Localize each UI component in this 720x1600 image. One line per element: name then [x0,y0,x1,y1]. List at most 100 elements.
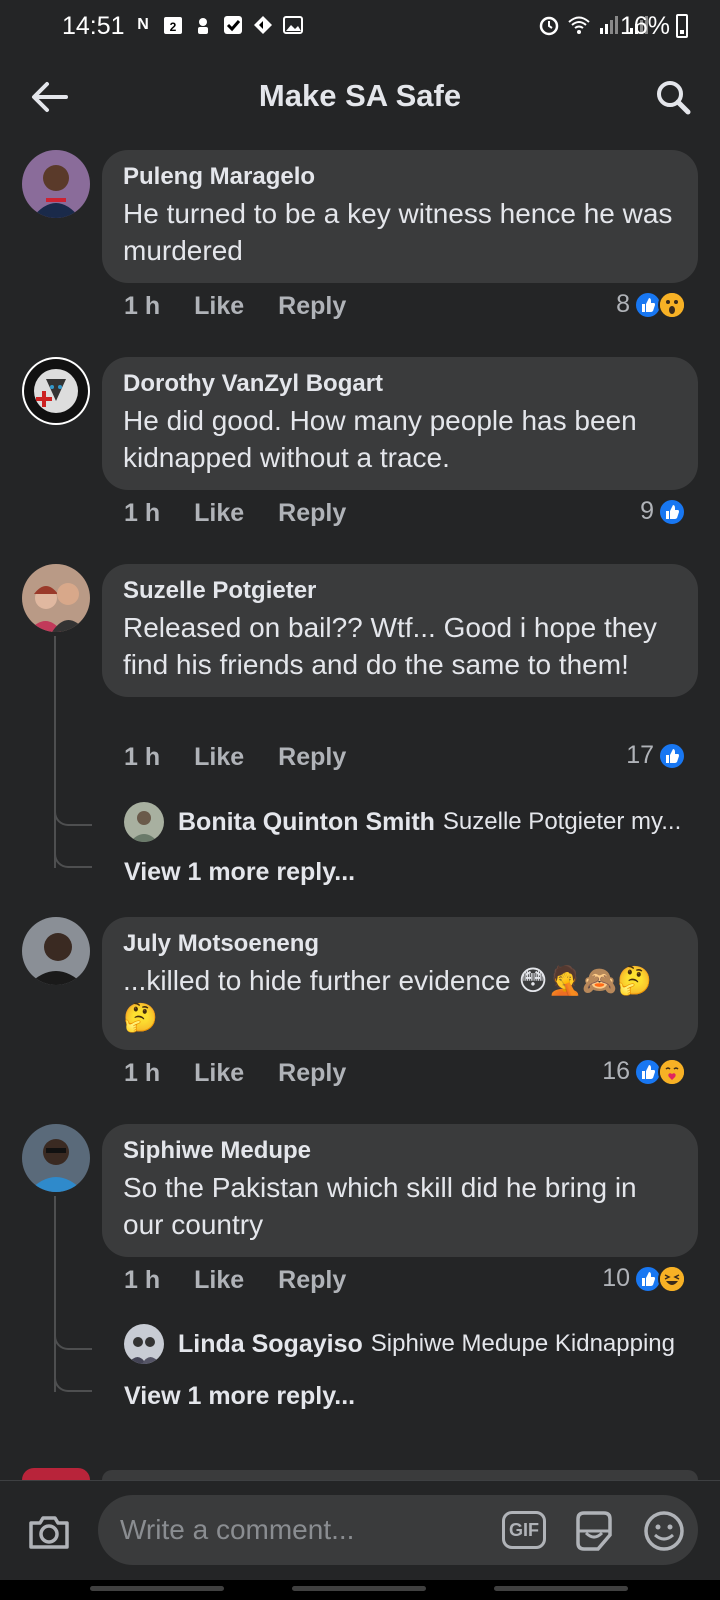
comment-time[interactable]: 1 h [124,1059,160,1088]
system-nav-bar [0,1580,720,1600]
comment-bubble[interactable]: Dorothy VanZyl Bogart He did good. How m… [102,357,698,490]
thread-branch [54,806,92,826]
like-button[interactable]: Like [194,743,244,772]
comment-bubble[interactable]: Siphiwe Medupe So the Pakistan which ski… [102,1124,698,1257]
battery-percent: 16% [619,12,670,40]
reply-button[interactable]: Reply [278,743,346,772]
comment-bubble[interactable]: Puleng Maragelo He turned to be a key wi… [102,150,698,283]
reply-button[interactable]: Reply [278,1266,346,1295]
thread-line [54,1196,56,1392]
nav-home[interactable] [292,1586,426,1591]
reaction-count: 10 [602,1264,630,1292]
reaction-count: 8 [616,290,630,318]
thread-line [54,636,56,868]
nav-recents[interactable] [90,1586,224,1591]
thread-branch [54,1372,92,1392]
reaction-summary[interactable]: 8 [616,290,686,319]
avatar[interactable] [22,1124,90,1192]
reply-text: Suzelle Potgieter my... [442,808,682,835]
notification-icons: N 2 [132,14,304,36]
reply-button[interactable]: Reply [278,1059,346,1088]
comment-actions: 1 h Like Reply [124,1059,346,1088]
avatar[interactable] [22,1468,90,1480]
reply-author[interactable]: Bonita Quinton Smith [178,808,435,837]
status-bar: 14:51 N 2 16% [0,0,720,52]
comment-text: He did good. How many people has been ki… [123,405,637,473]
page-title: Make SA Safe [258,78,462,113]
comment-time[interactable]: 1 h [124,499,160,528]
avatar[interactable] [22,564,90,632]
reply-author[interactable]: Linda Sogayiso [178,1330,363,1359]
care-icon [658,1057,686,1086]
reply-button[interactable]: Reply [278,292,346,321]
comment-text: He turned to be a key witness hence he w… [123,198,673,266]
like-button[interactable]: Like [194,1059,244,1088]
comment-author[interactable]: July Motsoeneng [123,929,678,959]
battery-icon [676,14,688,38]
comment-bubble[interactable]: Suzelle Potgieter Released on bail?? Wtf… [102,564,698,697]
reply-preview[interactable]: Linda Sogayiso Siphiwe Medupe Kidnapping [124,1324,694,1364]
reaction-count: 16 [602,1057,630,1085]
alarm-icon [538,14,560,36]
avatar[interactable] [22,917,90,985]
reaction-summary[interactable]: 17 [626,741,686,770]
like-button[interactable]: Like [194,292,244,321]
reaction-summary[interactable]: 10 [602,1264,686,1293]
gallery-icon [282,14,304,36]
wow-icon [658,290,686,319]
search-icon[interactable] [650,74,696,120]
reaction-count: 9 [640,497,654,525]
emoji-icon[interactable] [642,1509,686,1553]
avatar[interactable] [22,150,90,218]
comment-text: ...killed to hide further evidence 😳🤦🙈🤔🤔 [123,965,653,1033]
signal-icon [598,14,620,36]
avatar[interactable] [22,357,90,425]
reply-preview[interactable]: Bonita Quinton Smith Suzelle Potgieter m… [124,802,694,842]
gif-button[interactable]: GIF [502,1511,546,1549]
reaction-summary[interactable]: 9 [640,497,686,526]
comment-bubble[interactable] [102,1470,698,1480]
comment-time[interactable]: 1 h [124,292,160,321]
comment-text: So the Pakistan which skill did he bring… [123,1172,637,1240]
comment-bubble[interactable]: July Motsoeneng ...killed to hide furthe… [102,917,698,1050]
like-icon [658,741,686,770]
comment-actions: 1 h Like Reply [124,292,346,321]
app-notification-icon [192,14,214,36]
reply-button[interactable]: Reply [278,499,346,528]
svg-text:2: 2 [170,20,177,34]
reaction-summary[interactable]: 16 [602,1057,686,1086]
reaction-count: 17 [626,741,654,769]
camera-icon[interactable] [26,1509,72,1555]
diamond-arrows-icon [252,14,274,36]
sticker-icon[interactable] [572,1509,616,1553]
comment-author[interactable]: Siphiwe Medupe [123,1136,678,1166]
haha-icon [658,1264,686,1293]
view-more-replies[interactable]: View 1 more reply... [124,1382,355,1411]
comment-time[interactable]: 1 h [124,743,160,772]
like-icon [658,497,686,526]
thread-branch [54,1330,92,1350]
reply-avatar[interactable] [124,802,164,842]
comment-actions: 1 h Like Reply [124,499,346,528]
reply-avatar[interactable] [124,1324,164,1364]
comment-actions: 1 h Like Reply [124,1266,346,1295]
comment-author[interactable]: Dorothy VanZyl Bogart [123,369,678,399]
comment-time[interactable]: 1 h [124,1266,160,1295]
thread-branch [54,848,92,868]
like-button[interactable]: Like [194,499,244,528]
view-more-replies[interactable]: View 1 more reply... [124,858,355,887]
reply-text: Siphiwe Medupe Kidnapping [370,1330,675,1357]
comment-text: Released on bail?? Wtf... Good i hope th… [123,612,657,680]
wifi-icon [568,14,590,36]
app-bar: Make SA Safe [0,52,720,144]
status-time: 14:51 [62,12,125,40]
comment-author[interactable]: Suzelle Potgieter [123,576,678,606]
checkbox-icon [222,14,244,36]
netflix-icon: N [137,16,149,33]
nav-back[interactable] [494,1586,628,1591]
like-button[interactable]: Like [194,1266,244,1295]
comment-actions: 1 h Like Reply [124,743,346,772]
comment-composer: GIF [0,1480,720,1580]
calendar-icon: 2 [162,14,184,36]
comment-author[interactable]: Puleng Maragelo [123,162,678,192]
